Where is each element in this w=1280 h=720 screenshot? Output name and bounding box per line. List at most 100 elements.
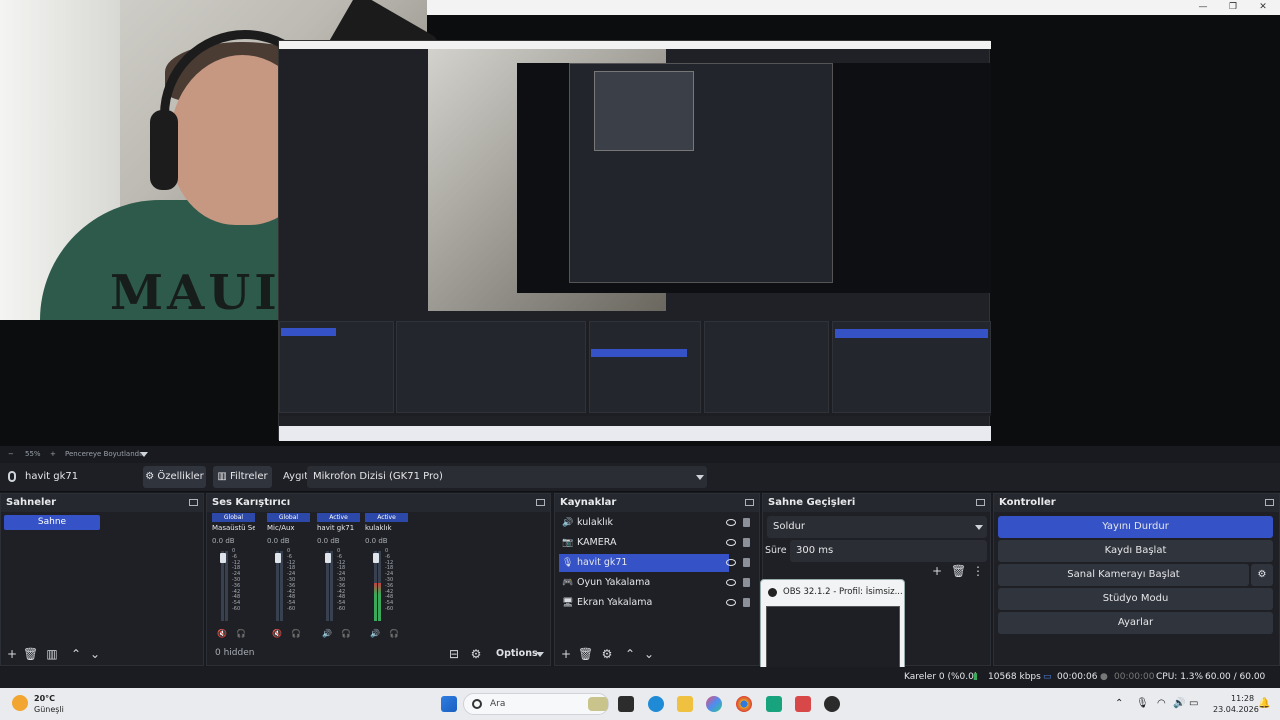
- zoom-mode-select[interactable]: Pencereye Boyutlandır: [65, 446, 144, 462]
- nested-sources: [589, 321, 701, 413]
- copilot-icon[interactable]: [706, 696, 722, 712]
- task-view-icon[interactable]: [618, 696, 634, 712]
- lock-icon[interactable]: [743, 558, 750, 567]
- zoom-bar: − 55% + Pencereye Boyutlandır: [0, 446, 1280, 462]
- lock-icon[interactable]: [743, 578, 750, 587]
- visibility-icon[interactable]: [726, 579, 736, 586]
- lock-icon[interactable]: [743, 598, 750, 607]
- maximize-button[interactable]: ❐: [1222, 0, 1244, 15]
- visibility-icon[interactable]: [726, 539, 736, 546]
- search-box[interactable]: Ara: [463, 693, 609, 715]
- trash-icon[interactable]: 🗑: [578, 647, 593, 661]
- close-button[interactable]: ✕: [1252, 0, 1274, 15]
- add-icon[interactable]: +: [559, 647, 573, 661]
- undock-icon[interactable]: [976, 499, 985, 506]
- device-select[interactable]: Mikrofon Dizisi (GK71 Pro): [307, 466, 707, 488]
- trash-icon[interactable]: 🗑: [951, 564, 966, 578]
- trash-icon[interactable]: 🗑: [23, 647, 38, 661]
- chevron-down-icon[interactable]: [140, 452, 148, 457]
- speaker-icon[interactable]: 🔇: [272, 629, 282, 638]
- tick-label: -60: [287, 605, 296, 612]
- volume-fader[interactable]: [220, 553, 226, 563]
- volume-fader[interactable]: [373, 553, 379, 563]
- volume-icon[interactable]: 🔊: [1173, 698, 1185, 709]
- record-icon: ●: [1100, 672, 1108, 682]
- start-icon[interactable]: [441, 696, 457, 712]
- scene-item[interactable]: Sahne: [4, 515, 100, 530]
- weather-desc[interactable]: Güneşli: [34, 705, 64, 714]
- clock-time[interactable]: 11:28: [1231, 694, 1254, 703]
- filter-icon[interactable]: ▥: [45, 647, 59, 661]
- channel-name[interactable]: Masaüstü Ses: [212, 524, 255, 532]
- more-icon[interactable]: ⋮: [971, 564, 985, 578]
- mixer-settings-icon[interactable]: ⚙: [469, 647, 483, 661]
- notification-icon[interactable]: 🔔: [1258, 698, 1270, 709]
- channel-name[interactable]: havit gk71: [317, 524, 360, 532]
- volume-fader[interactable]: [275, 553, 281, 563]
- move-up-icon[interactable]: ⌃: [69, 647, 83, 661]
- channel-mode: Global: [212, 513, 255, 522]
- layout-icon[interactable]: ⊟: [447, 647, 461, 661]
- headphones-icon[interactable]: 🎧: [341, 629, 351, 638]
- speaker-icon[interactable]: 🔊: [370, 629, 380, 638]
- speaker-icon[interactable]: 🔇: [217, 629, 227, 638]
- channel-name[interactable]: kulaklık: [365, 524, 408, 532]
- duration-input[interactable]: 300 ms: [790, 540, 987, 562]
- filters-button[interactable]: ▥ Filtreler: [213, 466, 272, 488]
- add-icon[interactable]: +: [930, 564, 944, 578]
- undock-icon[interactable]: [1265, 499, 1274, 506]
- obs-taskbar-icon[interactable]: [824, 696, 840, 712]
- minimize-button[interactable]: —: [1192, 0, 1214, 15]
- microphone-tray-icon[interactable]: 🎙: [1136, 698, 1149, 709]
- battery-icon[interactable]: ▭: [1189, 698, 1198, 709]
- transition-select[interactable]: Soldur: [767, 516, 987, 538]
- channel-name[interactable]: Mic/Aux: [267, 524, 310, 532]
- headphones-icon[interactable]: 🎧: [389, 629, 399, 638]
- virtual-camera-button[interactable]: Sanal Kamerayı Başlat: [998, 564, 1249, 586]
- move-up-icon[interactable]: ⌃: [623, 647, 637, 661]
- clock-date[interactable]: 23.04.2026: [1213, 705, 1259, 714]
- scenes-title: Sahneler: [1, 494, 203, 512]
- lock-icon[interactable]: [743, 518, 750, 527]
- undock-icon[interactable]: [745, 499, 754, 506]
- move-down-icon[interactable]: ⌄: [88, 647, 102, 661]
- headphones-icon[interactable]: 🎧: [236, 629, 246, 638]
- volume-fader[interactable]: [325, 553, 331, 563]
- gear-icon[interactable]: ⚙: [600, 647, 614, 661]
- visibility-icon[interactable]: [726, 599, 736, 606]
- chevron-up-icon[interactable]: ⌃: [1115, 698, 1123, 709]
- start-record-button[interactable]: Kaydı Başlat: [998, 540, 1273, 562]
- virtual-camera-settings-icon[interactable]: ⚙: [1251, 564, 1273, 586]
- settings-button[interactable]: Ayarlar: [998, 612, 1273, 634]
- channel-mode: Global: [267, 513, 310, 522]
- wifi-icon[interactable]: ◠: [1157, 698, 1166, 709]
- properties-button[interactable]: ⚙ Özellikler: [143, 466, 206, 488]
- weather-icon[interactable]: [12, 695, 28, 711]
- zoom-out-icon[interactable]: −: [8, 446, 14, 462]
- lock-icon[interactable]: [743, 538, 750, 547]
- weather-temp[interactable]: 20°C: [34, 694, 55, 703]
- studio-mode-button[interactable]: Stüdyo Modu: [998, 588, 1273, 610]
- speaker-icon[interactable]: 🔊: [322, 629, 332, 638]
- snipping-tool-icon[interactable]: [795, 696, 811, 712]
- source-item[interactable]: 🎙 havit gk71: [559, 554, 750, 572]
- zoom-in-icon[interactable]: +: [50, 446, 56, 462]
- preview-canvas[interactable]: MAUI — ❐ ✕: [0, 0, 1280, 446]
- options-button[interactable]: Options: [496, 648, 538, 659]
- chrome-icon[interactable]: [736, 696, 752, 712]
- taskbar-thumbnail[interactable]: OBS 32.1.2 - Profil: İsimsiz...: [760, 579, 905, 679]
- move-down-icon[interactable]: ⌄: [642, 647, 656, 661]
- obs-window: MAUI — ❐ ✕ − 55% + Pencereye Boyutlandır…: [0, 0, 1280, 720]
- notes-icon[interactable]: [766, 696, 782, 712]
- visibility-icon[interactable]: [726, 519, 736, 526]
- file-explorer-icon[interactable]: [677, 696, 693, 712]
- undock-icon[interactable]: [189, 499, 198, 506]
- undock-icon[interactable]: [536, 499, 545, 506]
- add-icon[interactable]: +: [5, 647, 19, 661]
- edge-icon[interactable]: [648, 696, 664, 712]
- nested-scene-selected: [281, 328, 336, 336]
- stop-stream-button[interactable]: Yayını Durdur: [998, 516, 1273, 538]
- headphones-icon[interactable]: 🎧: [291, 629, 301, 638]
- visibility-icon[interactable]: [726, 559, 736, 566]
- chevron-down-icon[interactable]: [536, 652, 544, 657]
